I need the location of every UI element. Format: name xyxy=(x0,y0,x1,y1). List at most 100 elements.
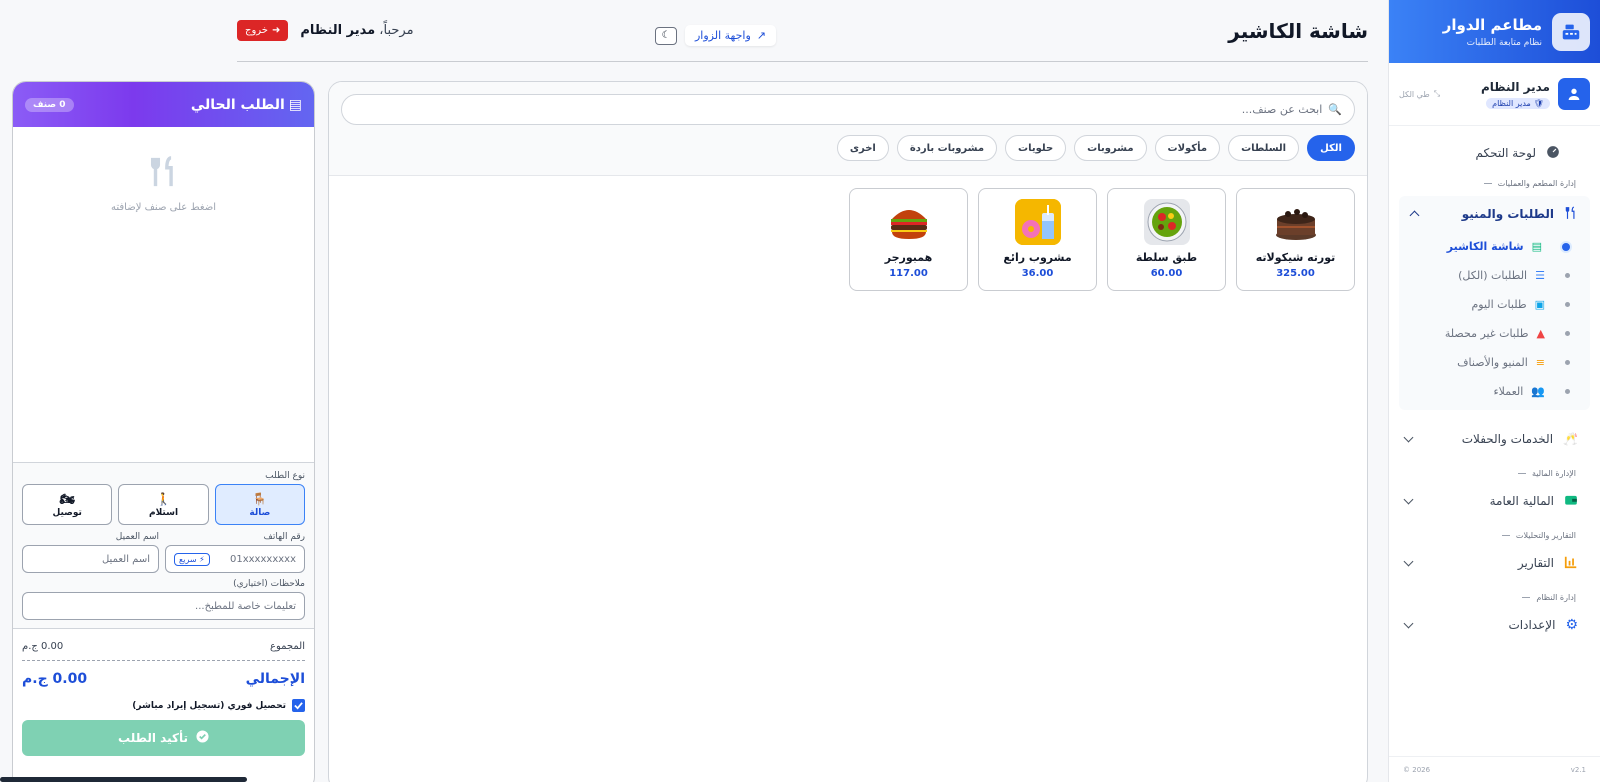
chevron-down-icon xyxy=(1403,432,1414,443)
cash-register-icon: ▤ xyxy=(288,96,302,113)
brand-title: مطاعم الدوار xyxy=(1442,15,1542,34)
collapse-icon: ⤡ xyxy=(1433,89,1441,98)
fork-knife-icon xyxy=(1564,206,1578,223)
logout-label: خروج xyxy=(245,25,268,36)
brand-header: مطاعم الدوار نظام متابعة الطلبات xyxy=(1389,0,1600,63)
empty-order-text: اضغط على صنف لإضافته xyxy=(111,202,216,213)
role-badge: 🛡 مدير النظام xyxy=(1486,97,1550,109)
product-card[interactable]: طبق سلطة 60.00 xyxy=(1107,188,1226,291)
visitor-link[interactable]: ↗ واجهة الزوار xyxy=(685,25,777,46)
sign-out-icon: ➜ xyxy=(271,25,281,36)
phone-field[interactable]: 01xxxxxxxxx ⚡ سريع xyxy=(165,545,305,573)
horizontal-scrollbar[interactable] xyxy=(0,777,247,782)
customer-name-placeholder: اسم العميل xyxy=(101,553,150,565)
products-panel: 🔍 ابحث عن صنف... الكل السلطات مأكولات مش… xyxy=(328,81,1368,782)
phone-placeholder: 01xxxxxxxxx xyxy=(230,553,296,565)
logout-button[interactable]: ➜ خروج xyxy=(237,20,289,41)
sub-item-customers[interactable]: 👥 العملاء xyxy=(1399,377,1590,406)
fork-knife-icon xyxy=(147,155,181,192)
notes-field[interactable]: تعليمات خاصة للمطبخ... xyxy=(22,592,305,620)
sub-item-all-orders[interactable]: ☰ الطلبات (الكل) xyxy=(1399,261,1590,290)
cash-register-icon xyxy=(1552,12,1590,51)
customer-name-label: اسم العميل xyxy=(115,532,159,542)
nav-reports[interactable]: التقارير xyxy=(1389,546,1600,580)
shield-icon: 🛡 xyxy=(1533,98,1544,108)
moon-icon: ☾ xyxy=(661,30,671,41)
burger-icon: ≡ xyxy=(1535,356,1545,369)
section-reports: التقارير والتحليلات xyxy=(1389,528,1600,542)
category-tab[interactable]: مشروبات باردة xyxy=(896,135,998,161)
nav-settings-label: الإعدادات xyxy=(1508,618,1556,632)
product-name: طبق سلطة xyxy=(1135,251,1198,264)
nav-settings[interactable]: ⚙ الإعدادات xyxy=(1389,608,1600,642)
sub-item-cashier[interactable]: ▤ شاشة الكاشير xyxy=(1399,232,1590,261)
nav-dashboard-label: لوحة التحكم xyxy=(1475,146,1537,160)
burger-icon xyxy=(885,199,932,245)
sidebar: مطاعم الدوار نظام متابعة الطلبات مدير ال… xyxy=(1388,0,1600,782)
walking-icon: 🚶 xyxy=(156,491,171,506)
check-circle-icon xyxy=(196,730,209,746)
nav-dashboard[interactable]: لوحة التحكم xyxy=(1389,136,1600,170)
category-tab[interactable]: حلويات xyxy=(1005,135,1067,161)
item-count-badge: 0 صنف xyxy=(25,97,74,112)
collapse-all-button[interactable]: ⤡ طي الكل xyxy=(1399,89,1440,99)
product-name: مشروب رائع xyxy=(1003,251,1072,264)
users-icon: 👥 xyxy=(1531,385,1545,398)
dark-mode-toggle[interactable]: ☾ xyxy=(655,26,677,45)
copyright-label: 2026 © xyxy=(1403,765,1431,774)
product-price: 60.00 xyxy=(1150,268,1183,279)
category-tab[interactable]: مأكولات xyxy=(1154,135,1221,161)
phone-field-wrap: رقم الهاتف 01xxxxxxxxx ⚡ سريع xyxy=(165,532,305,573)
notes-wrap: ملاحظات (اختياري) تعليمات خاصة للمطبخ... xyxy=(22,579,305,620)
motorcycle-icon: 🏍 xyxy=(59,491,75,506)
customer-name-field[interactable]: اسم العميل xyxy=(22,545,159,573)
customer-row: رقم الهاتف 01xxxxxxxxx ⚡ سريع اسم العميل… xyxy=(22,532,305,573)
product-card[interactable]: مشروب رائع 36.00 xyxy=(978,188,1097,291)
type-dine-in-button[interactable]: 🪑 صالة xyxy=(214,484,305,525)
category-tab[interactable]: اخرى xyxy=(836,135,889,161)
warning-icon: ▲ xyxy=(1536,327,1545,340)
glasses-icon: 🥂 xyxy=(1563,432,1578,446)
group-orders-menu: الطلبات والمنيو ▤ شاشة الكاشير ☰ الطلبات (… xyxy=(1399,196,1590,410)
type-pickup-button[interactable]: 🚶 استلام xyxy=(118,484,209,525)
product-card[interactable]: همبورجر 117.00 xyxy=(849,188,968,291)
nav-finance[interactable]: المالية العامة xyxy=(1389,484,1600,518)
chevron-down-icon xyxy=(1403,618,1414,629)
page-title: شاشة الكاشير xyxy=(1228,18,1368,43)
type-delivery-button[interactable]: 🏍 توصيل xyxy=(22,484,113,525)
user-box: مدير النظام 🛡 مدير النظام ⤡ طي الكل xyxy=(1389,63,1600,126)
section-system: إدارة النظام xyxy=(1389,590,1600,604)
chart-icon xyxy=(1564,555,1578,572)
category-tab[interactable]: السلطات xyxy=(1228,135,1300,161)
sub-item-menu-items[interactable]: ≡ المنيو والأصناف xyxy=(1399,348,1590,377)
product-grid: تورته شيكولاته 325.00 طبق سلطة 60.00 مشر… xyxy=(329,176,1367,303)
confirm-order-label: تأكيد الطلب xyxy=(118,731,188,745)
category-tabs: الكل السلطات مأكولات مشروبات حلويات مشرو… xyxy=(341,135,1355,161)
subtotal-label: المجموع xyxy=(270,641,305,652)
notes-placeholder: تعليمات خاصة للمطبخ... xyxy=(195,600,296,612)
product-card[interactable]: تورته شيكولاته 325.00 xyxy=(1236,188,1355,291)
section-ops: إدارة المطعم والعمليات xyxy=(1389,176,1600,190)
sub-item-today-orders[interactable]: ▣ طلبات اليوم xyxy=(1399,290,1590,319)
search-input[interactable]: 🔍 ابحث عن صنف... xyxy=(341,94,1355,125)
welcome-text: مرحباً، مدير النظام xyxy=(300,23,414,38)
instant-collect-label: تحصيل فوري (تسجيل إيراد مباشر) xyxy=(132,700,286,711)
category-tab[interactable]: الكل xyxy=(1307,135,1355,161)
instant-collect-checkbox[interactable] xyxy=(292,699,305,712)
category-tab[interactable]: مشروبات xyxy=(1074,135,1147,161)
subtotal-value: 0.00 ج.م xyxy=(22,641,64,652)
orders-submenu: ▤ شاشة الكاشير ☰ الطلبات (الكل) ▣ طلبات الي… xyxy=(1399,232,1590,410)
order-form: نوع الطلب 🪑 صالة 🚶 استلام 🏍 توصيل رقم ال… xyxy=(13,463,314,628)
gears-icon: ⚙ xyxy=(1565,617,1578,633)
user-name: مدير النظام xyxy=(1480,79,1550,94)
nav-orders-menu[interactable]: الطلبات والمنيو xyxy=(1399,196,1590,232)
search-placeholder: ابحث عن صنف... xyxy=(1241,103,1323,116)
chevron-down-icon xyxy=(1403,494,1414,505)
header-center-tools: ↗ واجهة الزوار ☾ xyxy=(655,25,777,46)
version-label: v2.1 xyxy=(1570,765,1586,774)
nav-services[interactable]: 🥂 الخدمات والحفلات xyxy=(1389,422,1600,456)
sub-item-unpaid-orders[interactable]: ▲ طلبات غير محصلة xyxy=(1399,319,1590,348)
sub-item-label: الطلبات (الكل) xyxy=(1458,269,1528,282)
quick-button[interactable]: ⚡ سريع xyxy=(174,552,210,566)
confirm-order-button[interactable]: تأكيد الطلب xyxy=(22,720,305,756)
